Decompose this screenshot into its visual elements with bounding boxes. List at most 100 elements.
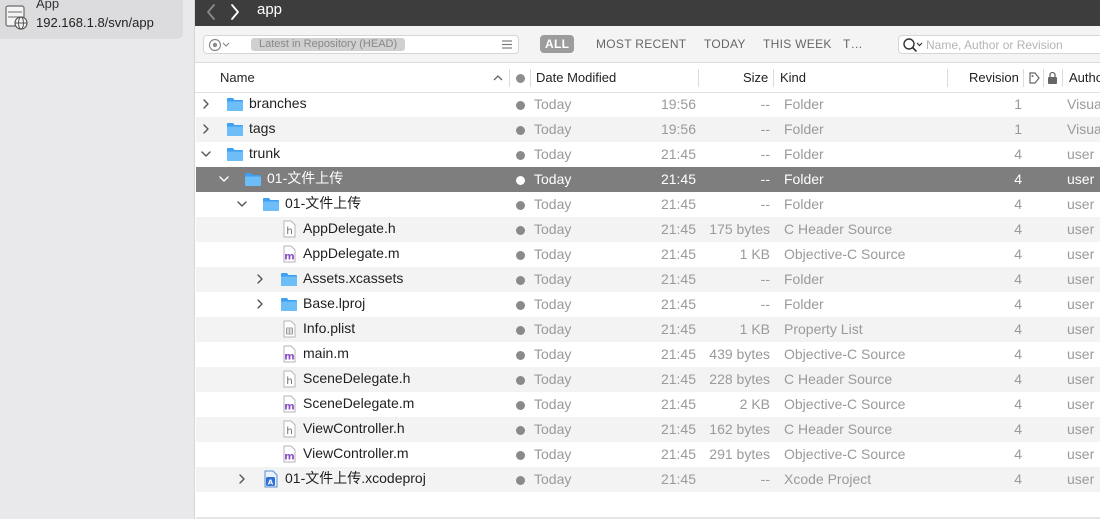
file-size: -- <box>760 121 770 137</box>
sidebar-item-repository[interactable]: App 192.168.1.8/svn/app <box>0 0 183 39</box>
sidebar: App 192.168.1.8/svn/app <box>0 0 195 519</box>
file-size: -- <box>760 171 770 187</box>
chevron-right-icon[interactable] <box>236 473 248 485</box>
tag-icon[interactable] <box>1028 71 1040 85</box>
table-row[interactable]: m AppDelegate.m Today 21:45 1 KB Objective-C … <box>196 242 1100 267</box>
table-row[interactable]: m ViewController.m Today 21:45 291 bytes Obje… <box>196 442 1100 467</box>
chevron-down-icon[interactable] <box>236 198 248 210</box>
file-name: ViewController.h <box>303 420 405 436</box>
column-name[interactable]: Name <box>220 71 255 85</box>
header-file-icon: h <box>280 370 298 388</box>
table-row[interactable]: 01-文件上传 Today 21:45 -- Folder 4 user <box>196 192 1100 217</box>
folder-icon <box>280 295 298 313</box>
title-bar: app <box>195 0 1100 26</box>
revision-number: 1 <box>1014 121 1022 137</box>
target-dropdown-icon[interactable] <box>208 37 232 53</box>
file-name: SceneDelegate.h <box>303 370 411 386</box>
table-row[interactable]: branches Today 19:56 -- Folder 1 Visua <box>196 92 1100 117</box>
chevron-right-icon[interactable] <box>254 273 266 285</box>
status-dot <box>516 126 525 135</box>
revision-number: 4 <box>1014 221 1022 237</box>
author-name: Visua <box>1067 121 1100 137</box>
search-box[interactable] <box>898 35 1100 54</box>
file-name: AppDelegate.m <box>303 245 400 261</box>
svg-text:A: A <box>268 479 274 487</box>
tab-this-week[interactable]: THIS WEEK <box>763 37 832 51</box>
table-row[interactable]: 01-文件上传 Today 21:45 -- Folder 4 user <box>196 167 1100 192</box>
window-title: app <box>257 1 283 18</box>
tab-all[interactable]: ALL <box>540 35 575 53</box>
chevron-down-icon[interactable] <box>200 148 212 160</box>
table-row[interactable]: Info.plist Today 21:45 1 KB Property List 4 us… <box>196 317 1100 342</box>
column-separator[interactable] <box>1062 69 1063 87</box>
chevron-right-icon[interactable] <box>227 2 243 22</box>
file-size: 1 KB <box>739 246 770 262</box>
objc-file-icon: m <box>280 395 298 413</box>
file-size: 162 bytes <box>709 421 770 437</box>
column-separator[interactable] <box>530 69 531 87</box>
revision-number: 4 <box>1014 321 1022 337</box>
objc-file-icon: m <box>280 445 298 463</box>
lock-icon[interactable] <box>1047 71 1058 85</box>
date-modified: Today <box>534 446 572 462</box>
table-row[interactable]: m main.m Today 21:45 439 bytes Objective-C So… <box>196 342 1100 367</box>
status-dot <box>516 151 525 160</box>
status-dot <box>516 301 525 310</box>
folder-icon <box>226 145 244 163</box>
column-separator[interactable] <box>698 69 699 87</box>
status-dot <box>516 401 525 410</box>
column-date-modified[interactable]: Date Modified <box>536 71 616 85</box>
chevron-right-icon[interactable] <box>200 123 212 135</box>
author-name: user <box>1067 271 1095 287</box>
revision-selector[interactable]: Latest in Repository (HEAD) <box>203 35 519 54</box>
author-name: user <box>1067 146 1095 162</box>
file-size: -- <box>760 146 770 162</box>
date-modified: Today <box>534 271 572 287</box>
column-separator[interactable] <box>773 69 774 87</box>
tab-today[interactable]: TODAY <box>704 37 746 51</box>
date-modified: Today <box>534 96 572 112</box>
time-modified: 21:45 <box>660 296 696 312</box>
author-name: user <box>1067 396 1095 412</box>
table-row[interactable]: trunk Today 21:45 -- Folder 4 user <box>196 142 1100 167</box>
column-size[interactable]: Size <box>743 71 768 85</box>
search-icon[interactable] <box>902 37 924 53</box>
column-separator[interactable] <box>1023 69 1024 87</box>
table-row[interactable]: h AppDelegate.h Today 21:45 175 bytes C Heade… <box>196 217 1100 242</box>
chevron-right-icon[interactable] <box>200 98 212 110</box>
chevron-right-icon[interactable] <box>254 298 266 310</box>
table-row[interactable]: tags Today 19:56 -- Folder 1 Visua <box>196 117 1100 142</box>
table-row[interactable]: A 01-文件上传.xcodeproj Today 21:45 -- Xcode Proj… <box>196 467 1100 492</box>
chevron-left-icon[interactable] <box>203 2 219 22</box>
status-column-icon[interactable] <box>516 74 525 83</box>
status-dot <box>516 426 525 435</box>
tab-most-recent[interactable]: MOST RECENT <box>596 37 686 51</box>
file-kind: Folder <box>784 121 824 137</box>
date-modified: Today <box>534 221 572 237</box>
file-kind: Property List <box>784 321 863 337</box>
search-input[interactable] <box>926 37 1100 52</box>
revision-label: Latest in Repository (HEAD) <box>251 38 406 51</box>
file-name: ViewController.m <box>303 445 409 461</box>
list-icon[interactable] <box>500 38 514 51</box>
table-row[interactable]: Assets.xcassets Today 21:45 -- Folder 4 user <box>196 267 1100 292</box>
column-kind[interactable]: Kind <box>780 71 806 85</box>
status-dot <box>516 276 525 285</box>
column-separator[interactable] <box>1043 69 1044 87</box>
svg-text:h: h <box>286 226 292 237</box>
file-kind: Folder <box>784 196 824 212</box>
chevron-down-icon[interactable] <box>218 173 230 185</box>
column-revision[interactable]: Revision <box>969 71 1019 85</box>
table-row[interactable]: Base.lproj Today 21:45 -- Folder 4 user <box>196 292 1100 317</box>
table-row[interactable]: m SceneDelegate.m Today 21:45 2 KB Objective-… <box>196 392 1100 417</box>
table-row[interactable]: h ViewController.h Today 21:45 162 bytes C He… <box>196 417 1100 442</box>
tab-overflow[interactable]: T… <box>843 37 863 51</box>
file-kind: Folder <box>784 96 824 112</box>
sort-ascending-icon[interactable] <box>493 73 503 83</box>
author-name: user <box>1067 221 1095 237</box>
time-modified: 19:56 <box>660 121 696 137</box>
column-separator[interactable] <box>509 69 510 87</box>
column-author[interactable]: Autho <box>1069 71 1100 85</box>
table-row[interactable]: h SceneDelegate.h Today 21:45 228 bytes C Hea… <box>196 367 1100 392</box>
column-separator[interactable] <box>947 69 948 87</box>
